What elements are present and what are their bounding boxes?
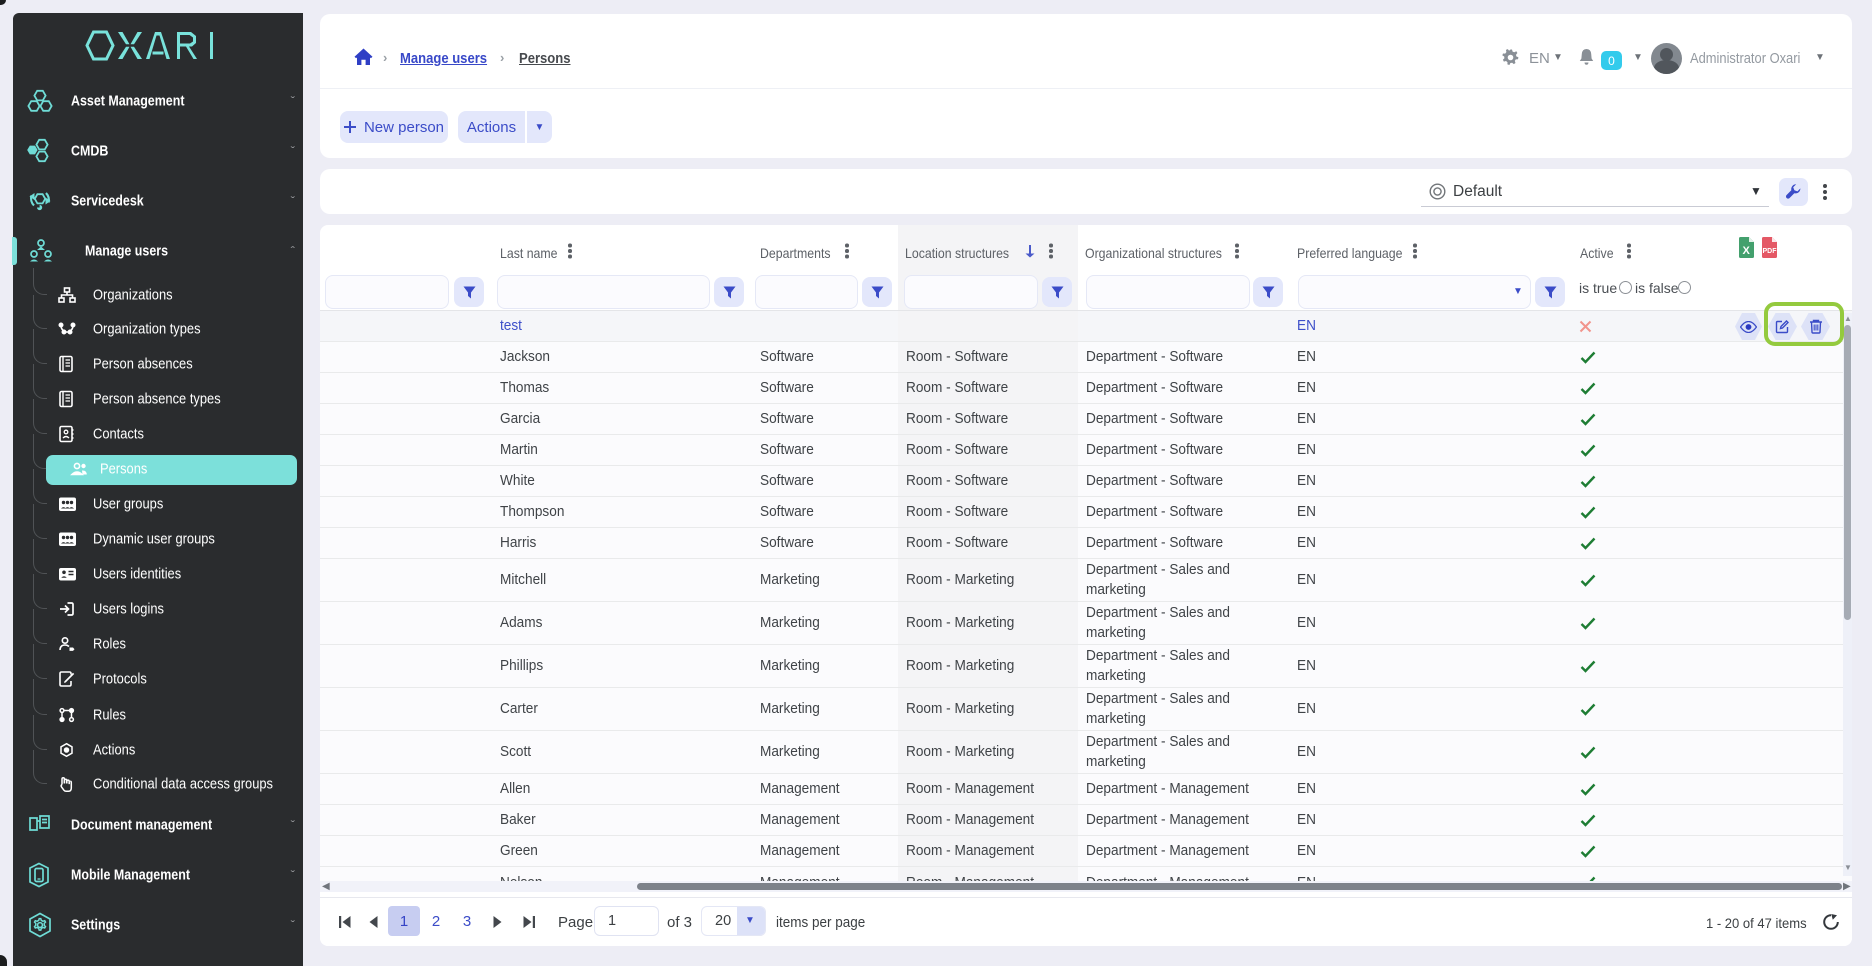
svg-text:PDF: PDF [1763, 248, 1778, 255]
svg-text:X: X [1743, 245, 1751, 257]
